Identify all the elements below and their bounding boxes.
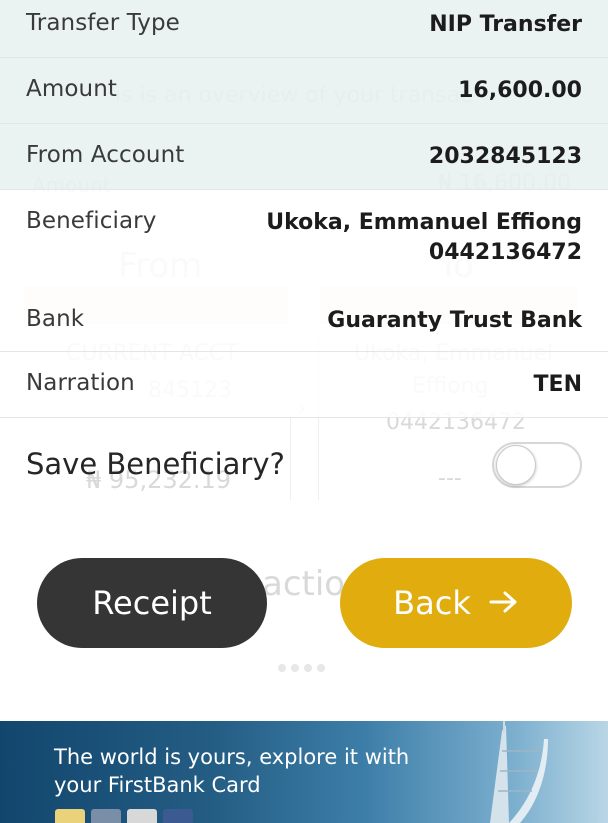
narration-value: TEN bbox=[533, 372, 582, 397]
from-account-value: 2032845123 bbox=[428, 144, 582, 169]
bank-row: Bank Guaranty Trust Bank bbox=[0, 286, 608, 352]
beneficiary-name: Ukoka, Emmanuel Effiong bbox=[266, 210, 582, 235]
transfer-type-row: Transfer Type NIP Transfer bbox=[0, 0, 608, 58]
save-beneficiary-label: Save Beneficiary? bbox=[26, 447, 285, 481]
promo-banner[interactable]: The world is yours, explore it with your… bbox=[0, 721, 608, 823]
transfer-type-value: NIP Transfer bbox=[429, 12, 582, 37]
burj-al-arab-image bbox=[490, 721, 548, 823]
page-indicator bbox=[278, 664, 325, 672]
beneficiary-account: 0442136472 bbox=[428, 240, 582, 265]
from-account-row: From Account 2032845123 bbox=[0, 124, 608, 190]
receipt-button-label: Receipt bbox=[92, 584, 212, 622]
from-account-label: From Account bbox=[26, 142, 185, 168]
narration-row: Narration TEN bbox=[0, 352, 608, 418]
transfer-summary-sheet: Transfer Type NIP Transfer Amount 16,600… bbox=[0, 0, 608, 720]
amount-row: Amount 16,600.00 bbox=[0, 58, 608, 124]
save-beneficiary-row: Save Beneficiary? bbox=[0, 418, 608, 518]
save-beneficiary-toggle[interactable] bbox=[492, 442, 582, 488]
back-button[interactable]: Back bbox=[340, 558, 572, 648]
toggle-knob bbox=[496, 445, 536, 485]
bank-value: Guaranty Trust Bank bbox=[327, 308, 582, 333]
banner-line1: The world is yours, explore it with bbox=[54, 745, 410, 769]
amount-label: Amount bbox=[26, 76, 117, 102]
beneficiary-value: Ukoka, Emmanuel Effiong 0442136472 bbox=[266, 208, 582, 268]
banner-line2: your FirstBank Card bbox=[54, 773, 261, 797]
transfer-type-label: Transfer Type bbox=[26, 10, 180, 36]
card-images bbox=[55, 809, 193, 823]
narration-label: Narration bbox=[26, 370, 135, 396]
beneficiary-row: Beneficiary Ukoka, Emmanuel Effiong 0442… bbox=[0, 190, 608, 286]
amount-value: 16,600.00 bbox=[458, 78, 582, 103]
beneficiary-label: Beneficiary bbox=[26, 208, 157, 234]
bank-label: Bank bbox=[26, 306, 85, 332]
receipt-button[interactable]: Receipt bbox=[37, 558, 267, 648]
arrow-right-icon bbox=[489, 583, 519, 623]
back-button-label: Back bbox=[393, 584, 471, 622]
